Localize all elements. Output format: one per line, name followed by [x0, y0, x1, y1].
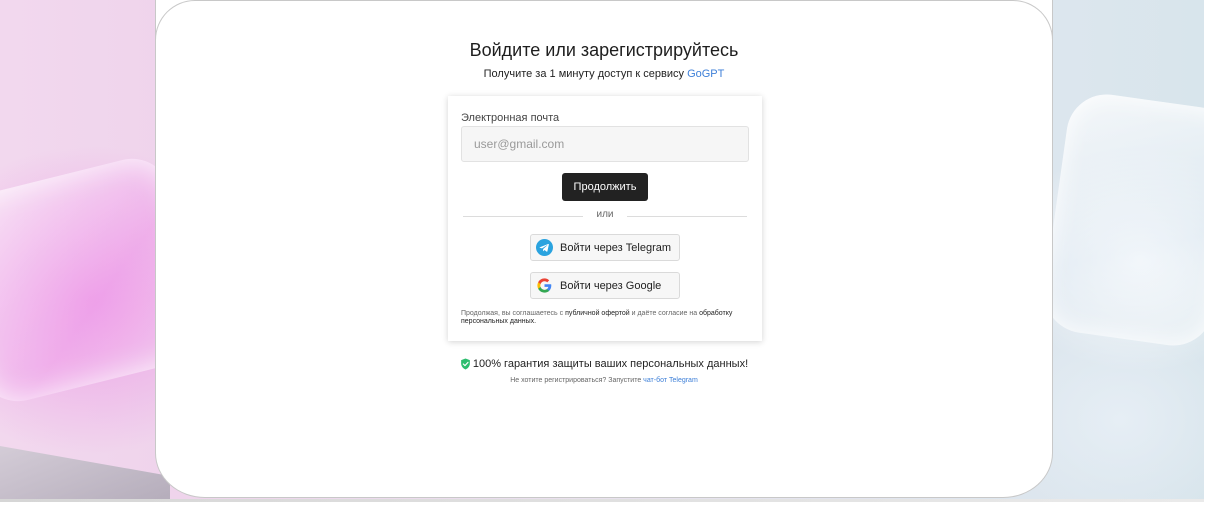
google-login-label: Войти через Google — [560, 279, 662, 292]
auth-card: Войдите или зарегистрируйтесь Получите з… — [155, 0, 1053, 498]
page-title: Войдите или зарегистрируйтесь — [469, 40, 739, 60]
google-login-button[interactable]: Войти через Google — [530, 272, 680, 299]
telegram-login-label: Войти через Telegram — [560, 241, 672, 254]
divider-text: или — [596, 209, 614, 220]
telegram-login-button[interactable]: Войти через Telegram — [530, 234, 680, 261]
telegram-bot-link[interactable]: чат-бот Telegram — [643, 377, 698, 384]
terms-middle: и даёте согласие на — [631, 310, 698, 317]
decorative-glass-shape-right — [1039, 89, 1204, 351]
telegram-bot-hint: Не хотите регистрироваться? Запустите ча… — [156, 377, 1052, 384]
hint-text: Не хотите регистрироваться? Запустите — [510, 377, 642, 384]
brand-name: GoGPT — [687, 68, 725, 80]
public-offer-link[interactable]: публичной офертой — [565, 310, 630, 317]
continue-button[interactable]: Продолжить — [562, 173, 648, 201]
email-field[interactable] — [461, 126, 749, 162]
login-form: Электронная почта Продолжить или Войти ч… — [448, 96, 762, 341]
subtitle-text: Получите за 1 минуту доступ к сервису — [483, 68, 684, 80]
google-icon — [537, 278, 552, 293]
terms-prefix: Продолжая, вы соглашаетесь с — [461, 310, 564, 317]
shield-check-icon — [460, 358, 470, 370]
page-subtitle: Получите за 1 минуту доступ к сервису Go… — [156, 68, 1052, 80]
guarantee-notice: 100% гарантия защиты ваших персональных … — [156, 358, 1052, 370]
email-label: Электронная почта — [461, 112, 560, 124]
divider-line-right — [627, 216, 747, 217]
telegram-icon — [536, 239, 553, 256]
bottom-edge — [0, 499, 1204, 502]
or-divider: или — [463, 209, 747, 223]
guarantee-text: 100% гарантия защиты ваших персональных … — [472, 358, 749, 370]
terms-notice: Продолжая, вы соглашаетесь с публичной о… — [461, 310, 751, 326]
decorative-shard — [0, 446, 170, 499]
